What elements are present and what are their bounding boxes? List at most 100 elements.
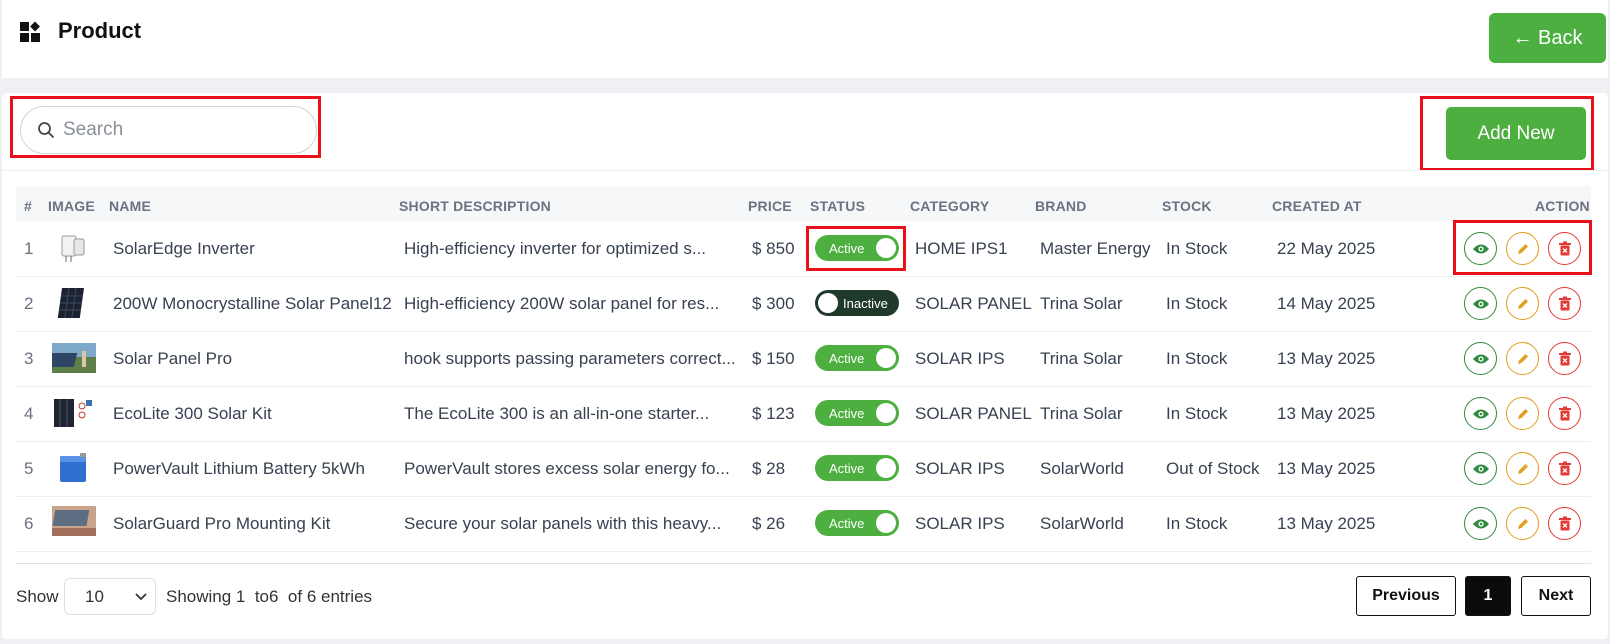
status-label: Active — [829, 460, 865, 476]
row-number: 3 — [24, 349, 34, 368]
eye-icon — [1472, 464, 1489, 473]
delete-button[interactable] — [1548, 452, 1581, 485]
trash-icon — [1558, 296, 1571, 311]
product-price: $ 150 — [752, 349, 795, 368]
product-brand: Master Energy — [1040, 239, 1151, 258]
product-description: Secure your solar panels with this heavy… — [404, 514, 722, 533]
product-price: $ 850 — [752, 239, 795, 258]
product-created: 14 May 2025 — [1277, 294, 1376, 313]
next-button[interactable]: Next — [1521, 576, 1591, 616]
product-name: PowerVault Lithium Battery 5kWh — [113, 459, 365, 478]
page-size-select[interactable]: 10 — [64, 578, 156, 615]
edit-button[interactable] — [1506, 342, 1539, 375]
product-created: 13 May 2025 — [1277, 514, 1376, 533]
eye-icon — [1472, 409, 1489, 418]
product-category: SOLAR PANEL — [915, 404, 1032, 423]
product-brand: SolarWorld — [1040, 514, 1124, 533]
eye-icon — [1472, 519, 1489, 528]
product-description: hook supports passing parameters correct… — [404, 349, 736, 368]
edit-button[interactable] — [1506, 397, 1539, 430]
delete-button[interactable] — [1548, 397, 1581, 430]
battery-thumbnail — [60, 453, 86, 482]
edit-button[interactable] — [1506, 452, 1539, 485]
product-stock: Out of Stock — [1166, 459, 1260, 478]
product-stock: In Stock — [1166, 294, 1228, 313]
pencil-icon — [1517, 243, 1528, 254]
search-input[interactable] — [63, 119, 293, 141]
col-num: # — [24, 198, 32, 214]
product-category: HOME IPS1 — [915, 239, 1008, 258]
product-price: $ 26 — [752, 514, 786, 533]
search-icon — [38, 122, 54, 138]
pencil-icon — [1517, 518, 1528, 529]
search-box[interactable] — [20, 106, 317, 154]
delete-button[interactable] — [1548, 287, 1581, 320]
status-toggle[interactable]: Active — [815, 510, 899, 536]
product-category: SOLAR IPS — [915, 349, 1005, 368]
divider — [2, 170, 1608, 171]
product-name: SolarEdge Inverter — [113, 239, 255, 258]
view-button[interactable] — [1464, 232, 1497, 265]
divider — [16, 563, 1591, 564]
product-brand: Trina Solar — [1040, 349, 1123, 368]
edit-button[interactable] — [1506, 232, 1539, 265]
view-button[interactable] — [1464, 342, 1497, 375]
back-button[interactable]: ← Back — [1489, 13, 1606, 63]
pencil-icon — [1517, 408, 1528, 419]
pencil-icon — [1517, 463, 1528, 474]
row-number: 2 — [24, 294, 34, 313]
col-status: STATUS — [810, 198, 866, 214]
edit-button[interactable] — [1506, 287, 1539, 320]
product-name: 200W Monocrystalline Solar Panel12 — [113, 294, 392, 313]
status-toggle[interactable]: Active — [815, 455, 899, 481]
product-name: Solar Panel Pro — [113, 349, 233, 368]
add-new-button[interactable]: Add New — [1446, 107, 1586, 160]
row-number: 4 — [24, 404, 34, 423]
eye-icon — [1472, 354, 1489, 363]
product-created: 13 May 2025 — [1277, 349, 1376, 368]
chevron-down-icon — [135, 592, 147, 600]
delete-button[interactable] — [1548, 232, 1581, 265]
product-description: The EcoLite 300 is an all-in-one starter… — [404, 404, 710, 423]
delete-button[interactable] — [1548, 507, 1581, 540]
product-stock: In Stock — [1166, 349, 1228, 368]
product-category: SOLAR IPS — [915, 514, 1005, 533]
view-button[interactable] — [1464, 397, 1497, 430]
pencil-icon — [1517, 298, 1528, 309]
edit-button[interactable] — [1506, 507, 1539, 540]
status-toggle[interactable]: Inactive — [815, 290, 899, 316]
status-toggle[interactable]: Active — [815, 400, 899, 426]
view-button[interactable] — [1464, 452, 1497, 485]
product-created: 13 May 2025 — [1277, 404, 1376, 423]
col-name: NAME — [109, 198, 152, 214]
inverter-thumbnail — [61, 235, 85, 262]
status-label: Active — [829, 240, 865, 256]
product-created: 13 May 2025 — [1277, 459, 1376, 478]
product-stock: In Stock — [1166, 239, 1228, 258]
trash-icon — [1558, 516, 1571, 531]
product-description: PowerVault stores excess solar energy fo… — [404, 459, 730, 478]
product-name: SolarGuard Pro Mounting Kit — [113, 514, 331, 533]
col-action: ACTION — [1535, 198, 1590, 214]
previous-button[interactable]: Previous — [1356, 576, 1456, 616]
row-number: 1 — [24, 239, 34, 258]
page-title: Product — [58, 18, 142, 43]
status-toggle[interactable]: Active — [815, 345, 899, 371]
pencil-icon — [1517, 353, 1528, 364]
status-label: Inactive — [843, 295, 888, 311]
view-button[interactable] — [1464, 507, 1497, 540]
status-toggle[interactable]: Active — [815, 235, 899, 261]
page-header: Product — [2, 0, 1608, 78]
product-description: High-efficiency inverter for optimized s… — [404, 239, 707, 258]
trash-icon — [1558, 351, 1571, 366]
page-1-button[interactable]: 1 — [1465, 576, 1511, 616]
panel-thumbnail — [57, 288, 84, 318]
col-price: PRICE — [748, 198, 792, 214]
trash-icon — [1558, 406, 1571, 421]
col-created: CREATED AT — [1272, 198, 1362, 214]
view-button[interactable] — [1464, 287, 1497, 320]
status-label: Active — [829, 515, 865, 531]
delete-button[interactable] — [1548, 342, 1581, 375]
show-label: Show — [16, 587, 59, 606]
product-price: $ 123 — [752, 404, 795, 423]
